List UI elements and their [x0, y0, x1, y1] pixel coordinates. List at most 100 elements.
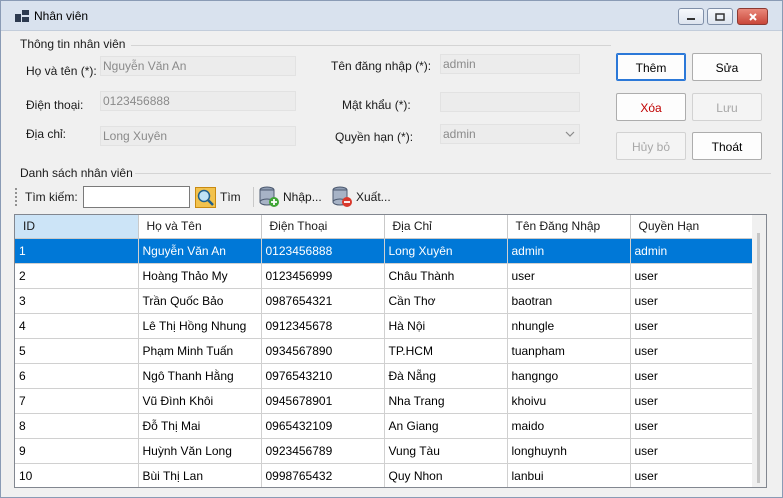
cell-username[interactable]: hangngo: [507, 363, 631, 389]
maximize-button[interactable]: [707, 8, 733, 25]
column-header-username[interactable]: Tên Đăng Nhập: [507, 215, 631, 239]
table-row[interactable]: 3 Trần Quốc Bảo 0987654321 Cần Thơ baotr…: [15, 288, 754, 314]
cell-phone[interactable]: 0123456888: [261, 238, 385, 264]
column-header-phone[interactable]: Điện Thoại: [261, 215, 385, 239]
cell-fullname[interactable]: Trần Quốc Bảo: [138, 288, 262, 314]
cell-id[interactable]: 10: [15, 463, 139, 487]
table-row[interactable]: 6 Ngô Thanh Hằng 0976543210 Đà Nẵng hang…: [15, 363, 754, 389]
grid-vertical-scrollbar[interactable]: [752, 215, 766, 487]
grid-scroll-thumb[interactable]: [757, 233, 760, 483]
title-bar[interactable]: Nhân viên: [1, 1, 782, 31]
table-row[interactable]: 5 Phạm Minh Tuấn 0934567890 TP.HCM tuanp…: [15, 338, 754, 364]
password-input[interactable]: [440, 92, 580, 112]
cell-id[interactable]: 8: [15, 413, 139, 439]
cell-fullname[interactable]: Vũ Đình Khôi: [138, 388, 262, 414]
save-button[interactable]: Lưu: [692, 93, 762, 121]
cell-phone[interactable]: 0945678901: [261, 388, 385, 414]
cell-role[interactable]: user: [630, 263, 754, 289]
cell-username[interactable]: baotran: [507, 288, 631, 314]
close-button[interactable]: [737, 8, 768, 25]
cell-id[interactable]: 9: [15, 438, 139, 464]
export-button[interactable]: Xuất...: [331, 186, 397, 208]
cell-phone[interactable]: 0923456789: [261, 438, 385, 464]
cell-fullname[interactable]: Nguyễn Văn An: [138, 238, 262, 264]
username-input[interactable]: admin: [440, 54, 580, 74]
cell-id[interactable]: 6: [15, 363, 139, 389]
cell-address[interactable]: TP.HCM: [384, 338, 508, 364]
cell-role[interactable]: user: [630, 313, 754, 339]
cell-phone[interactable]: 0912345678: [261, 313, 385, 339]
cell-username[interactable]: lanbui: [507, 463, 631, 487]
cell-id[interactable]: 7: [15, 388, 139, 414]
table-row[interactable]: 10 Bùi Thị Lan 0998765432 Quy Nhon lanbu…: [15, 463, 754, 487]
search-input[interactable]: [83, 186, 190, 208]
role-combobox[interactable]: admin: [440, 124, 580, 144]
cell-role[interactable]: user: [630, 388, 754, 414]
cell-username[interactable]: khoivu: [507, 388, 631, 414]
cell-address[interactable]: Đà Nẵng: [384, 363, 508, 389]
cell-phone[interactable]: 0998765432: [261, 463, 385, 487]
cell-fullname[interactable]: Huỳnh Văn Long: [138, 438, 262, 464]
address-input[interactable]: Long Xuyên: [100, 126, 296, 146]
table-row[interactable]: 1 Nguyễn Văn An 0123456888 Long Xuyên ad…: [15, 238, 754, 264]
phone-input[interactable]: 0123456888: [100, 91, 296, 111]
cell-address[interactable]: An Giang: [384, 413, 508, 439]
table-row[interactable]: 8 Đỗ Thị Mai 0965432109 An Giang maido u…: [15, 413, 754, 439]
cell-id[interactable]: 5: [15, 338, 139, 364]
cell-phone[interactable]: 0987654321: [261, 288, 385, 314]
table-row[interactable]: 2 Hoàng Thảo My 0123456999 Châu Thành us…: [15, 263, 754, 289]
cell-address[interactable]: Châu Thành: [384, 263, 508, 289]
cell-fullname[interactable]: Đỗ Thị Mai: [138, 413, 262, 439]
cell-phone[interactable]: 0123456999: [261, 263, 385, 289]
find-button[interactable]: Tìm: [195, 186, 249, 208]
cell-role[interactable]: admin: [630, 238, 754, 264]
delete-button[interactable]: Xóa: [616, 93, 686, 121]
cell-id[interactable]: 1: [15, 238, 139, 264]
edit-button[interactable]: Sửa: [692, 53, 762, 81]
column-header-fullname[interactable]: Họ và Tên: [138, 215, 262, 239]
add-button[interactable]: Thêm: [616, 53, 686, 81]
cell-fullname[interactable]: Bùi Thị Lan: [138, 463, 262, 487]
cell-username[interactable]: user: [507, 263, 631, 289]
cell-username[interactable]: maido: [507, 413, 631, 439]
cell-fullname[interactable]: Lê Thị Hồng Nhung: [138, 313, 262, 339]
exit-button[interactable]: Thoát: [692, 132, 762, 160]
column-header-role[interactable]: Quyền Hạn: [630, 215, 754, 239]
cell-address[interactable]: Nha Trang: [384, 388, 508, 414]
cell-fullname[interactable]: Ngô Thanh Hằng: [138, 363, 262, 389]
cell-phone[interactable]: 0965432109: [261, 413, 385, 439]
cell-role[interactable]: user: [630, 438, 754, 464]
cell-address[interactable]: Quy Nhon: [384, 463, 508, 487]
cell-address[interactable]: Long Xuyên: [384, 238, 508, 264]
cell-role[interactable]: user: [630, 363, 754, 389]
cell-username[interactable]: tuanpham: [507, 338, 631, 364]
cell-fullname[interactable]: Hoàng Thảo My: [138, 263, 262, 289]
cell-username[interactable]: nhungle: [507, 313, 631, 339]
cell-id[interactable]: 4: [15, 313, 139, 339]
column-header-address[interactable]: Địa Chỉ: [384, 215, 508, 239]
column-header-id[interactable]: ID: [15, 215, 139, 239]
cell-role[interactable]: user: [630, 413, 754, 439]
cell-address[interactable]: Hà Nội: [384, 313, 508, 339]
cell-fullname[interactable]: Phạm Minh Tuấn: [138, 338, 262, 364]
cell-id[interactable]: 2: [15, 263, 139, 289]
table-row[interactable]: 4 Lê Thị Hồng Nhung 0912345678 Hà Nội nh…: [15, 313, 754, 339]
cell-role[interactable]: user: [630, 288, 754, 314]
minimize-button[interactable]: [678, 8, 704, 25]
cell-username[interactable]: admin: [507, 238, 631, 264]
cell-phone[interactable]: 0934567890: [261, 338, 385, 364]
cell-username[interactable]: longhuynh: [507, 438, 631, 464]
cell-phone[interactable]: 0976543210: [261, 363, 385, 389]
fullname-input[interactable]: Nguyễn Văn An: [100, 56, 296, 76]
cell-id[interactable]: 3: [15, 288, 139, 314]
toolbar-grip[interactable]: [14, 187, 18, 207]
cell-address[interactable]: Cần Thơ: [384, 288, 508, 314]
table-row[interactable]: 7 Vũ Đình Khôi 0945678901 Nha Trang khoi…: [15, 388, 754, 414]
cancel-button[interactable]: Hủy bỏ: [616, 132, 686, 160]
cell-role[interactable]: user: [630, 338, 754, 364]
table-row[interactable]: 9 Huỳnh Văn Long 0923456789 Vung Tàu lon…: [15, 438, 754, 464]
cell-address[interactable]: Vung Tàu: [384, 438, 508, 464]
cell-role[interactable]: user: [630, 463, 754, 487]
import-button[interactable]: Nhập...: [258, 186, 324, 208]
employee-grid[interactable]: ID Họ và Tên Điện Thoại Địa Chỉ Tên Đăng…: [14, 214, 767, 488]
